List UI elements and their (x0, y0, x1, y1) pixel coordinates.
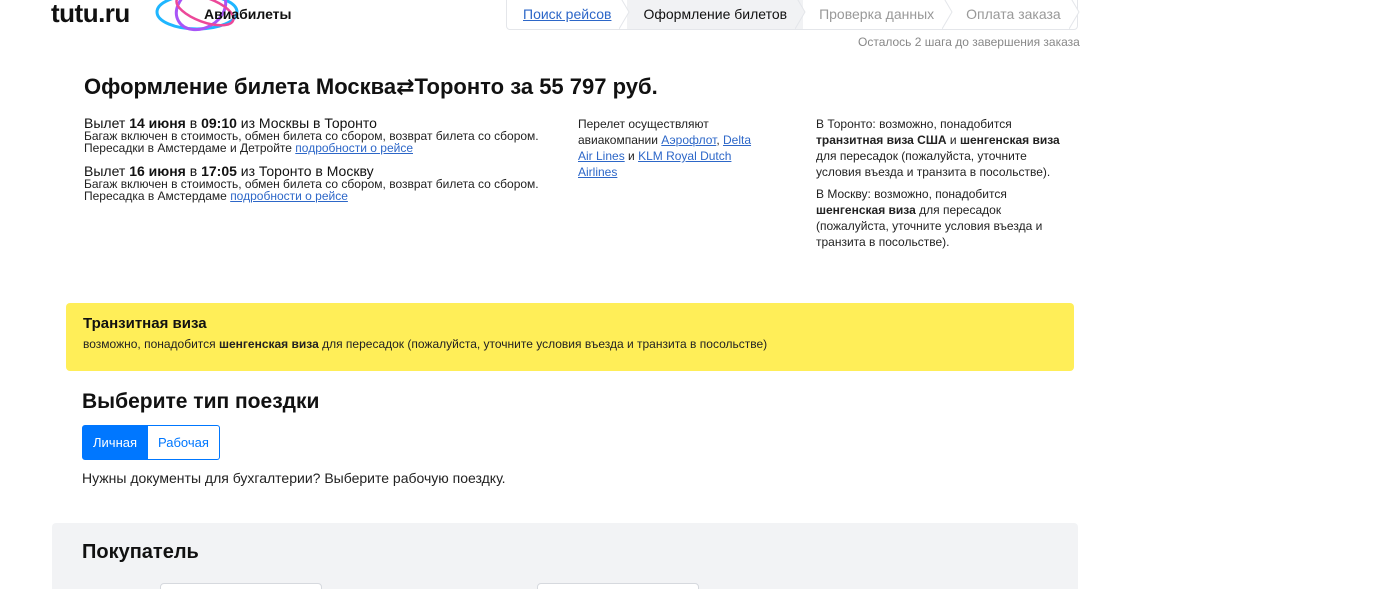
flight-outbound-transfer: Пересадки в Амстердаме и Детройте подроб… (84, 142, 539, 154)
step-separator-icon (619, 0, 631, 29)
banner-text-post: для пересадок (пожалуйста, уточните усло… (318, 337, 768, 351)
banner-text-bold: шенгенская виза (218, 337, 319, 351)
airlines-info: Перелет осуществляют авиакомпании Аэрофл… (578, 116, 768, 180)
visa-text: В Торонто: возможно, понадобится (816, 117, 1012, 131)
visa-text: В Москву: возможно, понадобится (816, 187, 1007, 201)
page-title: Оформление билета Москва⇄Торонто за 55 7… (84, 74, 658, 99)
visa-text: для пересадок (пожалуйста, уточните усло… (816, 149, 1051, 179)
banner-title: Транзитная виза (83, 315, 207, 332)
step-separator-icon (942, 0, 953, 29)
step-review-label: Проверка данных (819, 6, 935, 22)
visa-type: шенгенская виза (816, 203, 916, 217)
flight-return: Вылет 16 июня в 17:05 из Торонто в Москв… (84, 164, 539, 202)
trip-personal-button[interactable]: Личная (82, 425, 149, 460)
buyer-field[interactable] (160, 583, 322, 589)
visa-type: шенгенская виза (959, 133, 1060, 147)
visa-text: и (946, 133, 960, 147)
step-payment: Оплата заказа (950, 0, 1080, 29)
flight-outbound-details-link[interactable]: подробности о рейсе (295, 141, 413, 155)
checkout-steps: Поиск рейсов Оформление билетов Проверка… (506, 0, 1080, 30)
buyer-field[interactable] (537, 583, 699, 589)
steps-remaining-note: Осталось 2 шага до завершения заказа (858, 35, 1080, 49)
trip-type-note: Нужны документы для бухгалтерии? Выберит… (82, 470, 506, 486)
flight-return-details-link[interactable]: подробности о рейсе (230, 189, 348, 203)
visa-info-moscow: В Москву: возможно, понадобится шенгенск… (816, 186, 1066, 250)
buyer-title: Покупатель (82, 541, 199, 563)
flight-transfer-text: Пересадка в Амстердаме (84, 189, 231, 203)
step-separator-icon (1068, 0, 1080, 29)
airlines-separator: и (624, 149, 639, 163)
step-search-label: Поиск рейсов (523, 6, 612, 22)
step-payment-label: Оплата заказа (966, 6, 1061, 22)
visa-info-toronto: В Торонто: возможно, понадобится транзит… (816, 116, 1066, 180)
flight-return-summary: Вылет 16 июня в 17:05 из Торонто в Москв… (84, 164, 539, 178)
visa-info: В Торонто: возможно, понадобится транзит… (816, 116, 1066, 256)
flight-outbound: Вылет 14 июня в 09:10 из Москвы в Торонт… (84, 116, 539, 154)
visa-type: транзитная виза США (816, 133, 947, 147)
trip-business-button[interactable]: Рабочая (148, 425, 220, 460)
flight-transfer-text: Пересадки в Амстердаме и Детройте (84, 141, 296, 155)
airlines-separator: , (716, 133, 724, 147)
step-booking-label: Оформление билетов (643, 6, 788, 22)
airline-aeroflot-link[interactable]: Аэрофлот (661, 133, 716, 147)
buyer-panel: Покупатель (52, 523, 1078, 589)
logo[interactable]: tutu.ru (51, 0, 239, 40)
trip-type-toggle: Личная Рабочая (82, 425, 220, 460)
banner-text-pre: возможно, понадобится (83, 337, 219, 351)
step-search[interactable]: Поиск рейсов (507, 0, 631, 29)
flight-outbound-summary: Вылет 14 июня в 09:10 из Москвы в Торонт… (84, 116, 539, 130)
section-label: Авиабилеты (204, 6, 292, 22)
trip-type-heading: Выберите тип поездки (82, 390, 320, 413)
step-separator-icon (795, 0, 806, 29)
transit-visa-banner: Транзитная виза возможно, понадобится ше… (66, 303, 1074, 371)
step-booking: Оформление билетов (627, 0, 806, 29)
flight-return-transfer: Пересадка в Амстердаме подробности о рей… (84, 190, 539, 202)
banner-text: возможно, понадобится шенгенская виза дл… (83, 337, 1057, 351)
logo-text: tutu.ru (51, 0, 130, 28)
step-review: Проверка данных (803, 0, 953, 29)
